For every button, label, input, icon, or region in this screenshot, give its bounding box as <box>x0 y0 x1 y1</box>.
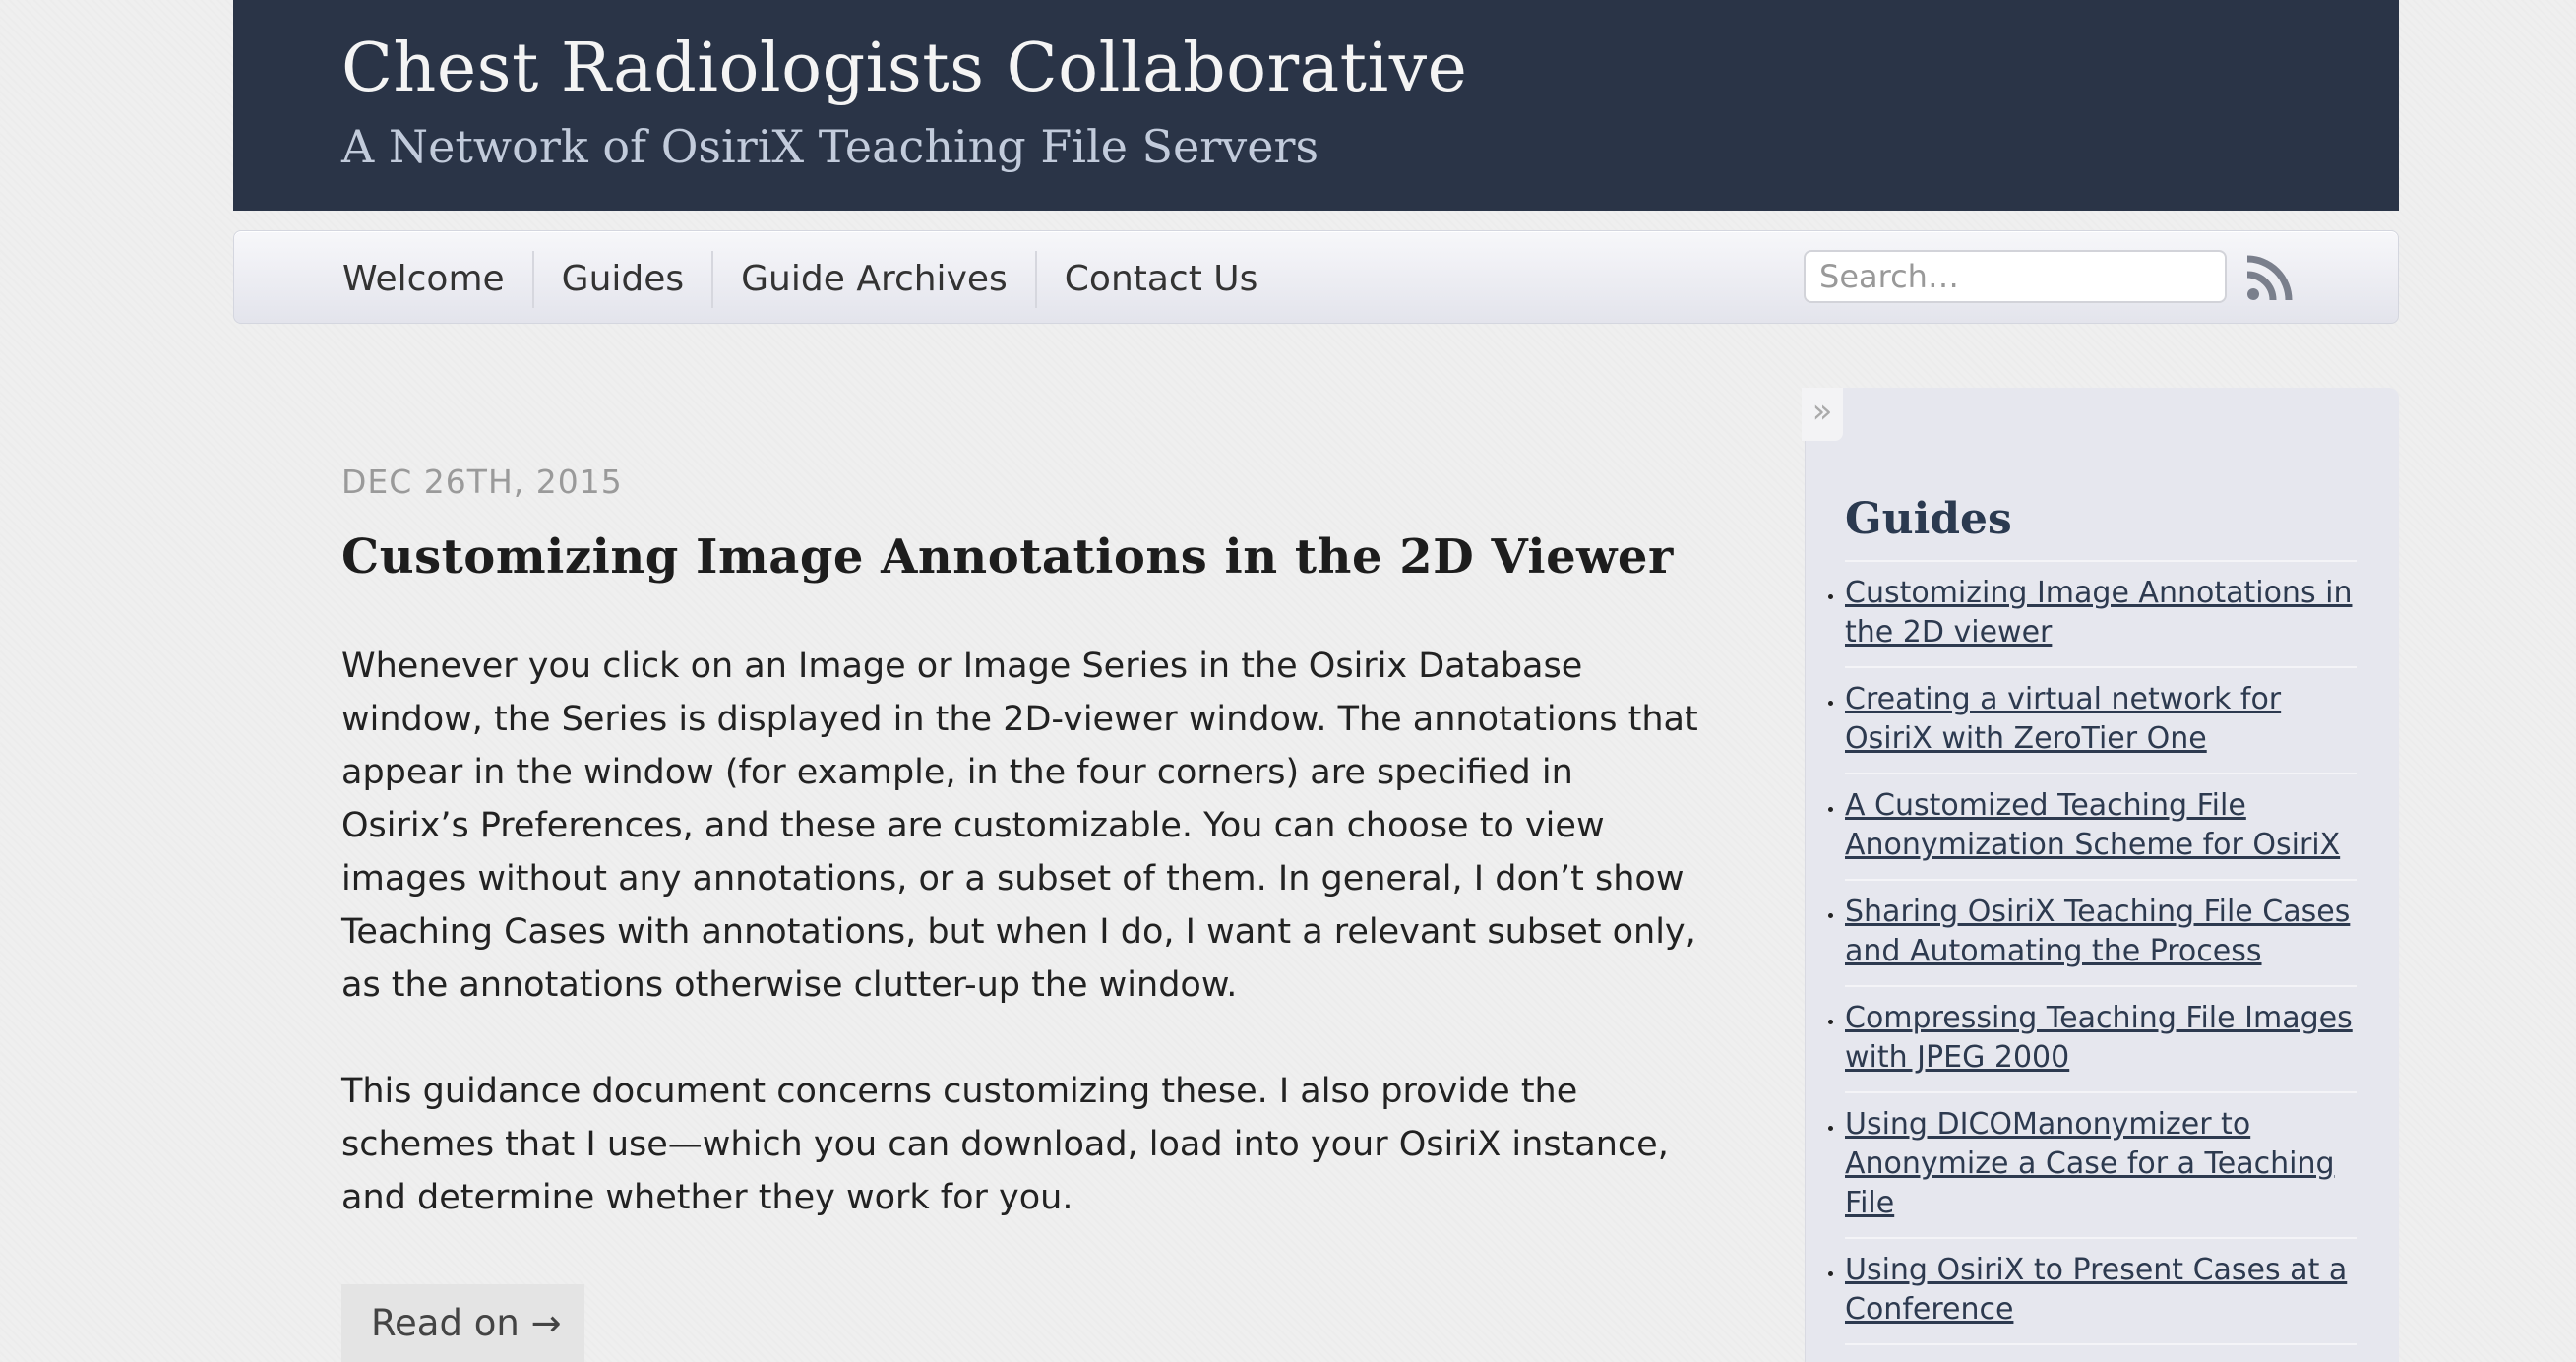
nav-item-guide-archives[interactable]: Guide Archives <box>711 251 1035 308</box>
list-item: Using OsiriX to Present Cases at a Confe… <box>1845 1239 2357 1345</box>
post-paragraph: Whenever you click on an Image or Image … <box>341 647 1698 1005</box>
nav-item-welcome[interactable]: Welcome <box>342 251 532 308</box>
read-more-button[interactable]: Read on → <box>341 1284 584 1362</box>
main-nav: Welcome Guides Guide Archives Contact Us <box>233 230 2399 324</box>
list-item: Creating a virtual network for OsiriX wi… <box>1845 668 2357 774</box>
search-input[interactable] <box>1804 250 2227 303</box>
list-item: A Customized Teaching File Anonymization… <box>1845 774 2357 881</box>
sidebar-link[interactable]: Using OsiriX to Present Cases at a Confe… <box>1845 1251 2357 1330</box>
site-subtitle: A Network of OsiriX Teaching File Server… <box>341 120 1319 173</box>
list-item: Sharing OsiriX Teaching File Cases and A… <box>1845 881 2357 987</box>
post-body: Whenever you click on an Image or Image … <box>341 640 1709 1277</box>
sidebar-link[interactable]: Customizing Image Annotations in the 2D … <box>1845 574 2357 652</box>
list-item: Compressing Teaching File Images with JP… <box>1845 987 2357 1093</box>
sidebar-heading: Guides <box>1845 494 2012 544</box>
sidebar-link[interactable]: Using DICOManonymizer to Anonymize a Cas… <box>1845 1105 2357 1223</box>
sidebar-link[interactable]: Sharing OsiriX Teaching File Cases and A… <box>1845 893 2357 971</box>
list-item: Customizing Image Annotations in the 2D … <box>1845 562 2357 668</box>
post-date: DEC 26TH, 2015 <box>341 463 623 501</box>
rss-icon[interactable] <box>2245 255 2293 302</box>
nav-item-contact-us[interactable]: Contact Us <box>1034 251 1286 308</box>
nav-list: Welcome Guides Guide Archives Contact Us <box>342 251 1285 308</box>
post-paragraph: This guidance document concerns customiz… <box>341 1072 1669 1217</box>
sidebar-link[interactable]: A Customized Teaching File Anonymization… <box>1845 786 2357 865</box>
sidebar: Guides Customizing Image Annotations in … <box>1805 388 2399 1362</box>
sidebar-link[interactable]: Creating a virtual network for OsiriX wi… <box>1845 680 2357 759</box>
site-banner: Chest Radiologists Collaborative A Netwo… <box>233 0 2399 211</box>
sidebar-guides-list: Customizing Image Annotations in the 2D … <box>1845 560 2357 1345</box>
nav-item-guides[interactable]: Guides <box>531 251 711 308</box>
site-title[interactable]: Chest Radiologists Collaborative <box>341 30 1467 107</box>
sidebar-link[interactable]: Compressing Teaching File Images with JP… <box>1845 999 2357 1078</box>
sidebar-toggle-button[interactable]: » <box>1802 388 1843 441</box>
page-container: Chest Radiologists Collaborative A Netwo… <box>233 0 2399 1362</box>
list-item: Using DICOManonymizer to Anonymize a Cas… <box>1845 1093 2357 1239</box>
post-title[interactable]: Customizing Image Annotations in the 2D … <box>341 529 1674 585</box>
